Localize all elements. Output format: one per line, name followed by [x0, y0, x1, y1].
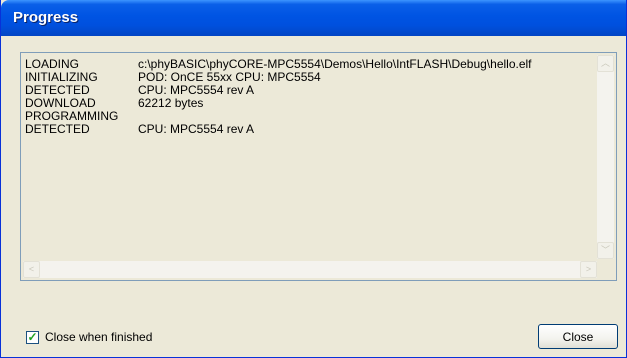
horizontal-scrollbar[interactable]: < > — [23, 261, 597, 278]
window-title: Progress — [13, 9, 79, 26]
close-when-finished-checkbox[interactable]: ✓ Close when finished — [26, 330, 152, 344]
close-button[interactable]: Close — [538, 324, 618, 349]
scroll-right-icon[interactable]: > — [580, 261, 597, 278]
log-row: PROGRAMMING — [25, 110, 592, 123]
checkbox-label: Close when finished — [45, 330, 153, 344]
scroll-up-icon[interactable]: ︿ — [597, 55, 614, 72]
scroll-left-icon[interactable]: < — [23, 261, 40, 278]
log-row: DETECTED CPU: MPC5554 rev A — [25, 123, 592, 136]
log-panel: LOADING c:\phyBASIC\phyCORE-MPC5554\Demos… — [20, 52, 617, 281]
log-row-value: 62212 bytes — [138, 96, 204, 110]
scrollbar-corner — [597, 261, 614, 278]
title-bar[interactable]: Progress — [1, 0, 626, 36]
checkbox-check-icon[interactable]: ✓ — [26, 330, 39, 344]
log-row-value: CPU: MPC5554 rev A — [138, 122, 255, 136]
log-row: DETECTED CPU: MPC5554 rev A — [25, 84, 592, 97]
log-row-key: DETECTED — [25, 122, 90, 136]
progress-dialog: Progress LOADING c:\phyBASIC\phyCORE-MPC5… — [0, 0, 627, 358]
log-row-value: POD: OnCE 55xx CPU: MPC5554 — [138, 70, 321, 84]
log-row: INITIALIZING POD: OnCE 55xx CPU: MPC5554 — [25, 71, 592, 84]
scroll-down-icon[interactable]: ﹀ — [597, 242, 614, 259]
log-row-value: CPU: MPC5554 rev A — [138, 83, 255, 97]
log-list: LOADING c:\phyBASIC\phyCORE-MPC5554\Demos… — [25, 58, 592, 258]
vertical-scrollbar[interactable]: ︿ ﹀ — [597, 55, 614, 259]
